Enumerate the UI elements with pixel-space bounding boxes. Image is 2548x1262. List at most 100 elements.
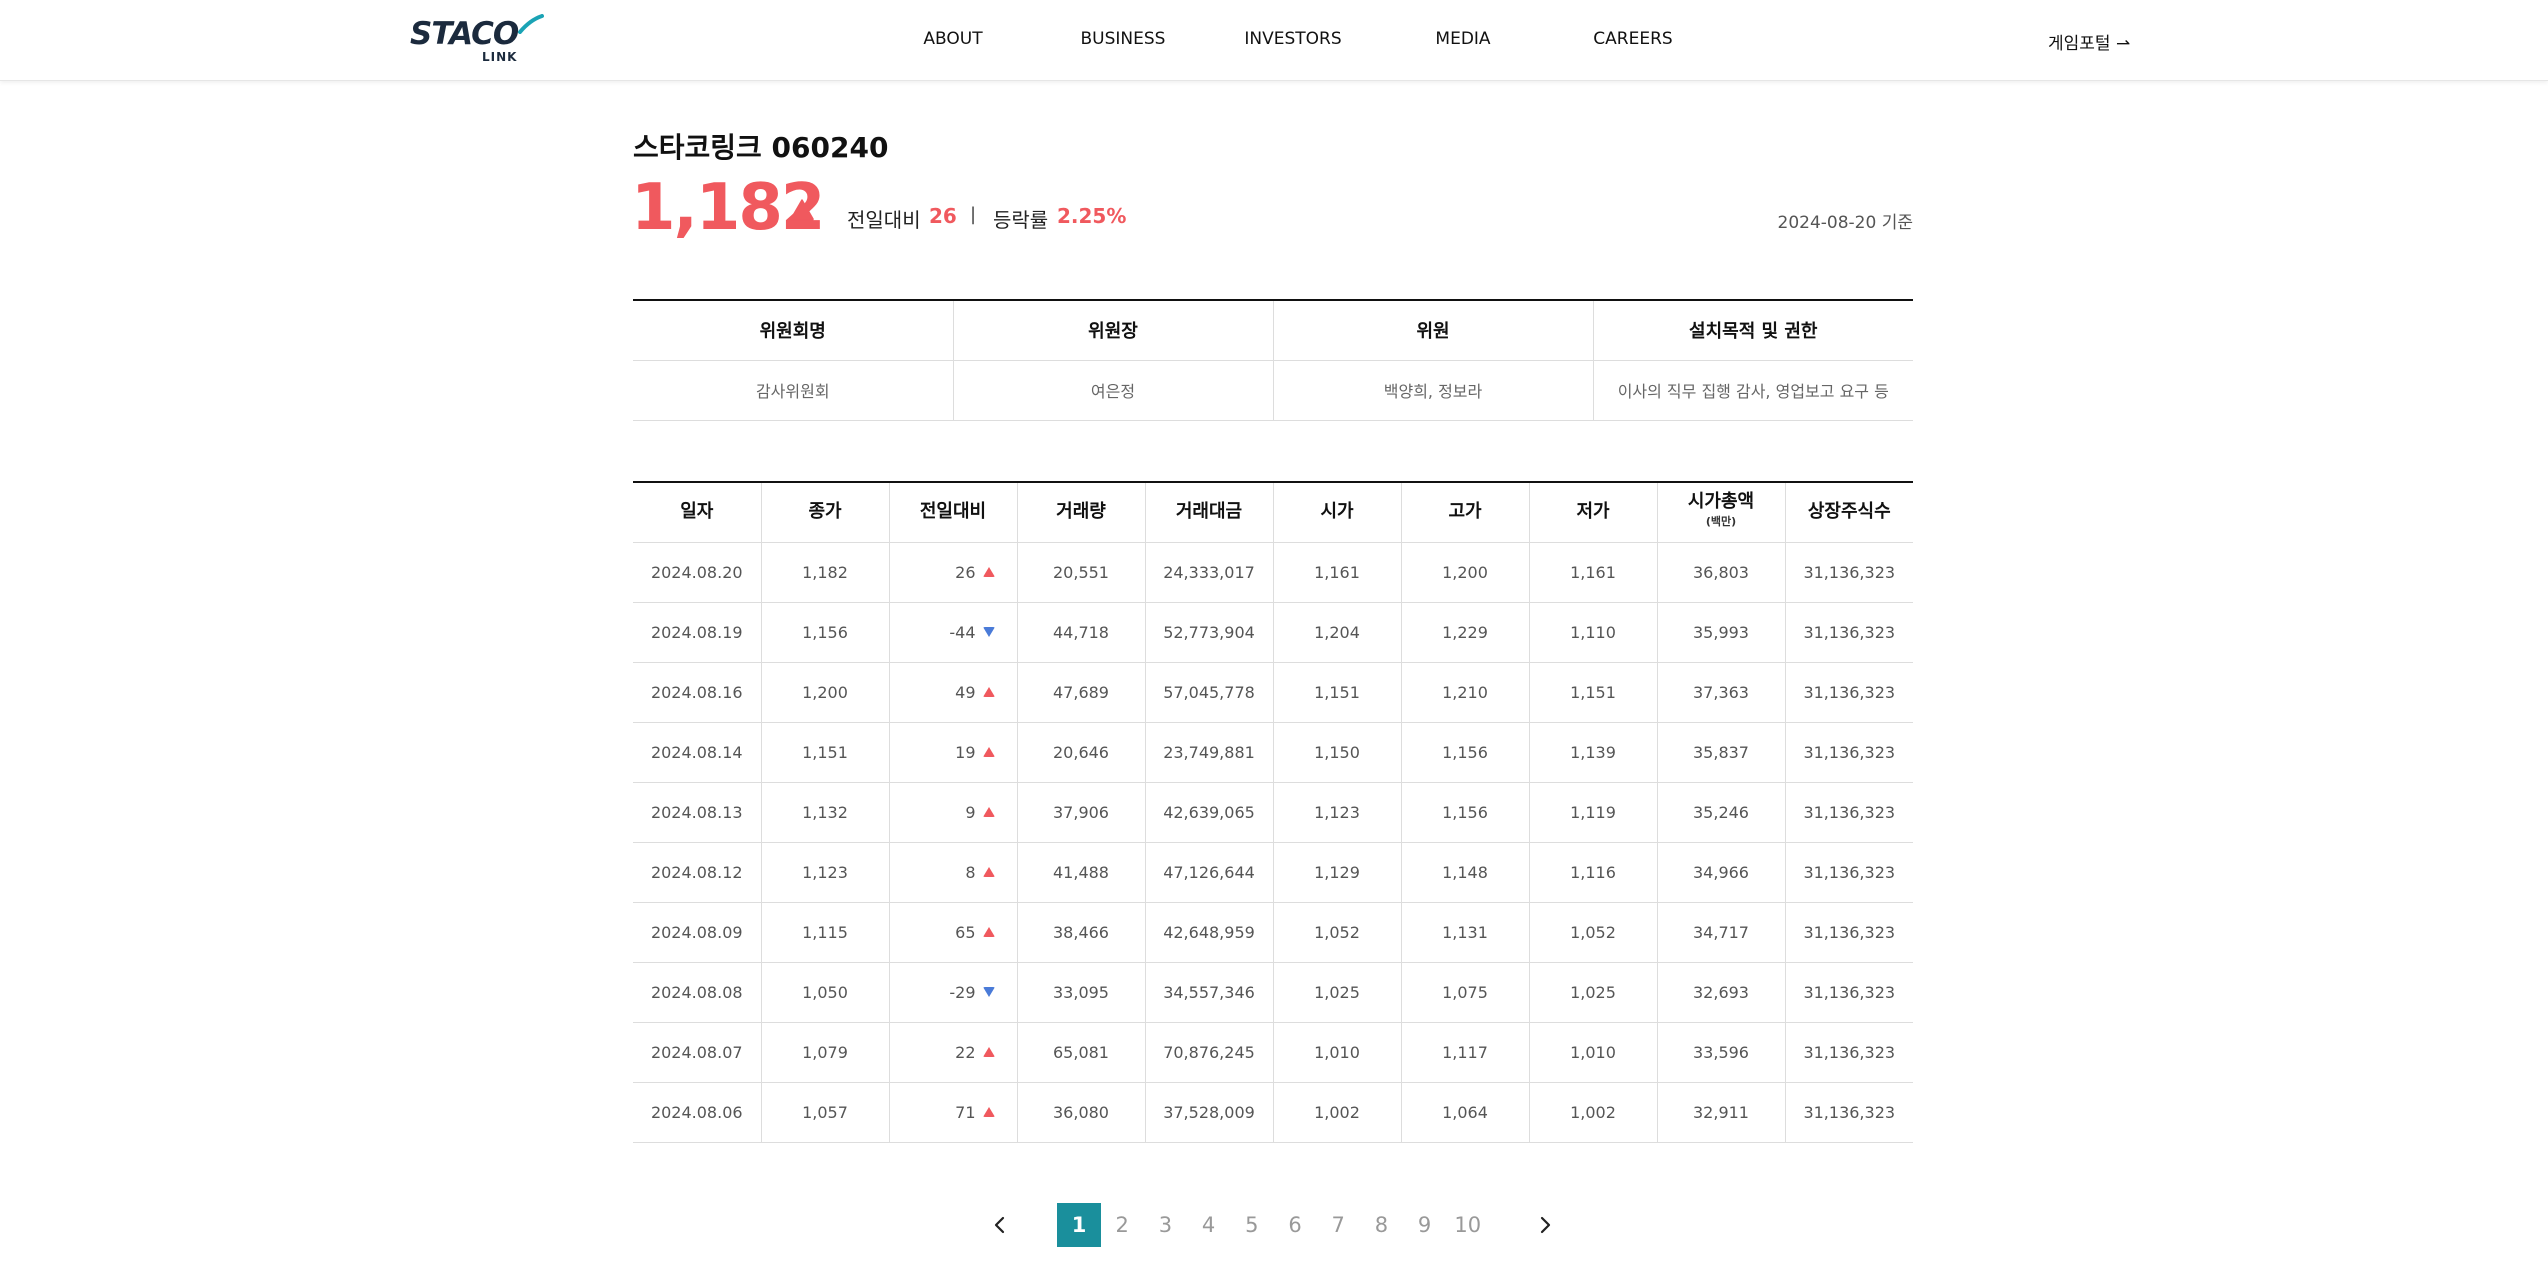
page-7[interactable]: 7 xyxy=(1316,1203,1360,1247)
cell-date: 2024.08.12 xyxy=(633,842,761,903)
cell-high: 1,210 xyxy=(1400,662,1529,723)
page-6[interactable]: 6 xyxy=(1273,1203,1317,1247)
staco-link-logo[interactable]: STACO LINK xyxy=(410,14,544,64)
cell-open: 1,161 xyxy=(1272,542,1401,603)
change-amount: -29 xyxy=(949,982,976,1002)
cell-market-cap: 34,717 xyxy=(1656,902,1785,963)
cell-low: 1,025 xyxy=(1528,962,1657,1023)
page-3[interactable]: 3 xyxy=(1143,1203,1187,1247)
change-amount: 26 xyxy=(955,562,976,582)
cell-change: 22 xyxy=(888,1022,1017,1083)
committee-col-name: 위원회명 xyxy=(633,299,953,361)
cell-change: 9 xyxy=(888,782,1017,843)
up-triangle-icon xyxy=(982,746,995,757)
up-triangle-icon xyxy=(982,1106,995,1117)
cell-market-cap: 34,966 xyxy=(1656,842,1785,903)
market-cap-label: 시가총액 xyxy=(1687,491,1755,513)
change-amount: 49 xyxy=(955,682,976,702)
page-1[interactable]: 1 xyxy=(1057,1203,1101,1247)
cell-amount: 47,126,644 xyxy=(1144,842,1273,903)
cell-amount: 70,876,245 xyxy=(1144,1022,1273,1083)
cell-high: 1,117 xyxy=(1400,1022,1529,1083)
cell-market-cap: 35,837 xyxy=(1656,722,1785,783)
change-label: 전일대비 xyxy=(847,208,921,232)
up-triangle-icon xyxy=(982,566,995,577)
cell-date: 2024.08.13 xyxy=(633,782,761,843)
cell-date: 2024.08.08 xyxy=(633,962,761,1023)
cell-high: 1,148 xyxy=(1400,842,1529,903)
cell-volume: 36,080 xyxy=(1016,1082,1145,1143)
cell-date: 2024.08.09 xyxy=(633,902,761,963)
page-8[interactable]: 8 xyxy=(1359,1203,1403,1247)
cell-market-cap: 35,993 xyxy=(1656,602,1785,663)
cell-listed-shares: 31,136,323 xyxy=(1784,782,1913,843)
cell-close: 1,123 xyxy=(760,842,889,903)
price-row: 2024.08.07 1,079 22 65,081 70,876,245 1,010 1,… xyxy=(633,1022,1913,1083)
pagination: 1 2 3 4 5 6 7 8 9 10 xyxy=(0,1203,2548,1247)
committee-name: 감사위원회 xyxy=(633,360,953,421)
change-value: 26 xyxy=(929,204,957,228)
stat-separator: | xyxy=(970,204,977,225)
page-9[interactable]: 9 xyxy=(1403,1203,1447,1247)
col-listed-shares: 상장주식수 xyxy=(1784,481,1913,543)
logo-subtext: LINK xyxy=(482,50,518,64)
game-portal-link[interactable]: 게임포털 ⇀ xyxy=(2048,29,2130,54)
page-5[interactable]: 5 xyxy=(1230,1203,1274,1247)
committee-row: 감사위원회 여은정 백양희, 정보라 이사의 직무 집행 감사, 영업보고 요구… xyxy=(633,360,1913,421)
cell-date: 2024.08.20 xyxy=(633,542,761,603)
cell-volume: 41,488 xyxy=(1016,842,1145,903)
price-row: 2024.08.12 1,123 8 41,488 47,126,644 1,129 1,1… xyxy=(633,842,1913,903)
col-close: 종가 xyxy=(760,481,889,543)
cell-change: 71 xyxy=(888,1082,1017,1143)
page-4[interactable]: 4 xyxy=(1187,1203,1231,1247)
as-of-date: 2024-08-20 기준 xyxy=(1777,213,1913,233)
cell-high: 1,156 xyxy=(1400,722,1529,783)
cell-low: 1,119 xyxy=(1528,782,1657,843)
cell-close: 1,050 xyxy=(760,962,889,1023)
committee-col-members: 위원 xyxy=(1272,299,1593,361)
col-volume: 거래량 xyxy=(1016,481,1145,543)
committee-col-chair: 위원장 xyxy=(952,299,1273,361)
change-amount: 19 xyxy=(955,742,976,762)
cell-amount: 52,773,904 xyxy=(1144,602,1273,663)
col-high: 고가 xyxy=(1400,481,1529,543)
cell-listed-shares: 31,136,323 xyxy=(1784,602,1913,663)
cell-listed-shares: 31,136,323 xyxy=(1784,542,1913,603)
page-2[interactable]: 2 xyxy=(1100,1203,1144,1247)
cell-open: 1,002 xyxy=(1272,1082,1401,1143)
cell-open: 1,123 xyxy=(1272,782,1401,843)
cell-low: 1,116 xyxy=(1528,842,1657,903)
daily-price-table: 일자 종가 전일대비 거래량 거래대금 시가 고가 저가 시가총액 (백만) 상장… xyxy=(633,481,1913,1143)
cell-change: 19 xyxy=(888,722,1017,783)
cell-close: 1,132 xyxy=(760,782,889,843)
nav-about[interactable]: ABOUT xyxy=(923,29,982,49)
up-triangle-icon xyxy=(982,686,995,697)
cell-change: 8 xyxy=(888,842,1017,903)
price-row: 2024.08.19 1,156 -44 44,718 52,773,904 1,204 1… xyxy=(633,602,1913,663)
nav-careers[interactable]: CAREERS xyxy=(1593,29,1672,49)
cell-listed-shares: 31,136,323 xyxy=(1784,662,1913,723)
prev-page-chevron-icon[interactable] xyxy=(986,1211,1014,1239)
cell-high: 1,200 xyxy=(1400,542,1529,603)
cell-close: 1,115 xyxy=(760,902,889,963)
cell-open: 1,204 xyxy=(1272,602,1401,663)
change-amount: -44 xyxy=(949,622,976,642)
up-triangle-icon xyxy=(982,1046,995,1057)
cell-market-cap: 33,596 xyxy=(1656,1022,1785,1083)
cell-high: 1,064 xyxy=(1400,1082,1529,1143)
committee-header-row: 위원회명 위원장 위원 설치목적 및 권한 xyxy=(633,299,1913,361)
cell-amount: 34,557,346 xyxy=(1144,962,1273,1023)
cell-market-cap: 37,363 xyxy=(1656,662,1785,723)
cell-market-cap: 32,911 xyxy=(1656,1082,1785,1143)
cell-date: 2024.08.16 xyxy=(633,662,761,723)
nav-business[interactable]: BUSINESS xyxy=(1081,29,1166,49)
nav-investors[interactable]: INVESTORS xyxy=(1244,29,1341,49)
cell-close: 1,156 xyxy=(760,602,889,663)
page-10[interactable]: 10 xyxy=(1446,1203,1490,1247)
up-triangle-icon xyxy=(982,866,995,877)
next-page-chevron-icon[interactable] xyxy=(1531,1211,1559,1239)
nav-media[interactable]: MEDIA xyxy=(1435,29,1490,49)
col-date: 일자 xyxy=(633,481,761,543)
cell-open: 1,010 xyxy=(1272,1022,1401,1083)
price-row: 2024.08.06 1,057 71 36,080 37,528,009 1,002 1,… xyxy=(633,1082,1913,1143)
